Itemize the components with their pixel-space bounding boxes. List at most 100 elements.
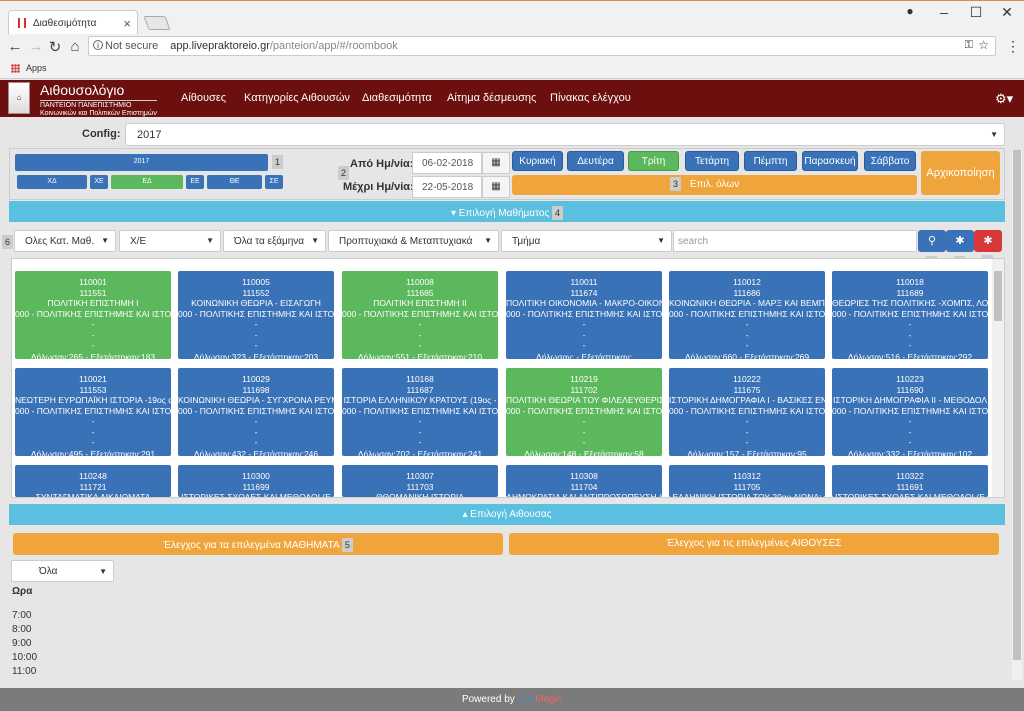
course-card[interactable]: 110223 111690 ΙΣΤΟΡΙΚΗ ΔΗΜΟΓΡΑΦΙΑ ΙΙ - ΜΕΘ… — [832, 368, 988, 456]
maximize-icon[interactable]: ☐ — [966, 4, 986, 21]
xe-select[interactable]: Χ/Ε ▼ — [119, 230, 221, 252]
star-icon[interactable]: ☆ — [978, 38, 989, 52]
card-code: 110222 — [733, 374, 761, 384]
select-all-days-button[interactable]: Επιλ. όλων — [512, 175, 917, 195]
badge-6: 6 — [2, 235, 13, 249]
to-date-input[interactable]: 22-05-2018 — [412, 176, 482, 198]
semester-xd[interactable]: ΧΔ — [17, 175, 87, 189]
semester-xe[interactable]: ΧΕ — [90, 175, 108, 189]
hour-item: 11:00 — [12, 666, 37, 677]
card-department: 000 - ΠΟΛΙΤΙΚΗΣ ΕΠΙΣΤΗΜΗΣ ΚΑΙ ΙΣΤΟ — [669, 405, 825, 416]
course-card[interactable]: 110008 111685 ΠΟΛΙΤΙΚΗ ΕΠΙΣΤΗΜΗ ΙΙ 000 - ΠΟ… — [342, 271, 498, 359]
course-card[interactable]: 110005 111552 ΚΟΙΝΩΝΙΚΗ ΘΕΩΡΙΑ - ΕΙΣΑΓΩΓΗ 0… — [178, 271, 334, 359]
menu-icon[interactable]: ⋮ — [1006, 38, 1020, 55]
cards-scrollbar[interactable] — [992, 259, 1004, 497]
day-tuesday[interactable]: Τρίτη — [628, 151, 679, 171]
forward-icon[interactable]: → — [27, 38, 45, 55]
profile-icon[interactable]: ● — [900, 4, 920, 18]
check-courses-button[interactable]: Έλεγχος για τα επιλεγμένα ΜΑΘΗΜΑΤΑ 5 — [13, 533, 503, 555]
course-card[interactable]: 110307 111703 ΘΘΩΜΑΝΙΚΗ ΙΣΤΟΡΙΑ — [342, 465, 498, 497]
day-thursday[interactable]: Πέμπτη — [744, 151, 797, 171]
card-stats: Δήλωσαν:660 - Εξετάστηκαν:269 — [684, 351, 810, 360]
browser-tab[interactable]: Διαθεσιμότητα × — [8, 10, 138, 34]
card-placeholder: - — [91, 340, 95, 350]
info-icon[interactable]: i — [93, 40, 103, 50]
calendar-icon[interactable]: ▦ — [482, 152, 510, 174]
scrollbar-thumb[interactable] — [994, 271, 1002, 321]
url-field[interactable]: i Not secure app.livepraktoreio.gr/panteio… — [88, 36, 996, 56]
new-tab-button[interactable] — [143, 16, 171, 30]
config-select[interactable]: 2017 ▼ — [125, 123, 1005, 146]
course-card[interactable]: 110001 111551 ΠΟΛΙΤΙΚΗ ΕΠΙΣΤΗΜΗ Ι 000 - ΠΟΛ… — [15, 271, 171, 359]
brand[interactable]: Αιθουσολόγιο ΠΑΝΤΕΙΟΝ ΠΑΝΕΠΙΣΤΗΜΙΟ Κοινωνι… — [40, 82, 157, 118]
close-window-icon[interactable]: ✕ — [997, 4, 1017, 21]
select-all-label: Επιλ. όλων — [689, 179, 740, 190]
day-wednesday[interactable]: Τετάρτη — [685, 151, 739, 171]
tab-title: Διαθεσιμότητα — [33, 18, 97, 29]
minimize-icon[interactable]: – — [934, 4, 954, 20]
day-monday[interactable]: Δευτέρα — [567, 151, 624, 171]
settings-gear-icon[interactable]: ⚙▾ — [995, 91, 1013, 107]
course-card[interactable]: 110248 111721 ΣΥΝΤΑΓΜΑΤΙΚΑ ΔΙΚΑΙΩΜΑΤΑ — [15, 465, 171, 497]
year-bar[interactable]: 2017 — [15, 154, 268, 171]
to-date-label: Μέχρι Ημ/νία: — [343, 181, 414, 193]
home-icon[interactable]: ⌂ — [66, 38, 84, 55]
apps-link[interactable]: Apps — [26, 63, 47, 73]
nav-dashboard[interactable]: Πίνακας ελέγχου — [550, 92, 631, 104]
footer-brand-b[interactable]: Magic — [535, 694, 562, 705]
nav-availability[interactable]: Διαθεσιμότητα — [362, 92, 432, 104]
scrollbar-thumb[interactable] — [1013, 150, 1021, 660]
course-card[interactable]: 110312 111705 ΕΛΛΗΝΙΚΗ ΙΣΤΟΡΙΑ ΤΟΥ 20ου ΑΙ… — [669, 465, 825, 497]
day-saturday[interactable]: Σάββατο — [864, 151, 916, 171]
semester-ee[interactable]: ΕΕ — [186, 175, 204, 189]
back-icon[interactable]: ← — [6, 38, 24, 55]
asterisk-icon: ✱ — [955, 235, 965, 247]
page-scrollbar[interactable] — [1012, 150, 1022, 680]
key-icon[interactable]: ⚿ — [965, 39, 973, 52]
course-card[interactable]: 110021 111553 ΝΕΩΤΕΡΗ ΕΥΡΩΠΑΪΚΗ ΙΣΤΟΡΙΑ -1… — [15, 368, 171, 456]
clear-courses-button[interactable]: ✱ — [974, 230, 1002, 252]
nav-booking-request[interactable]: Αίτημα δέσμευσης — [447, 92, 536, 104]
course-card[interactable]: 110011 111674 ΠΟΛΙΤΙΚΗ ΟΙΚΟΝΟΜΙΑ - ΜΑΚΡΟ-Ο… — [506, 271, 662, 359]
card-department: 000 - ΠΟΛΙΤΙΚΗΣ ΕΠΙΣΤΗΜΗΣ ΚΑΙ ΙΣΤΟ — [342, 405, 498, 416]
semester-the[interactable]: ΘΕ — [207, 175, 262, 189]
calendar-icon[interactable]: ▦ — [482, 176, 510, 198]
room-selection-bar[interactable]: ▴ Επιλογή Αιθουσας — [9, 504, 1005, 525]
badge-5: 5 — [341, 538, 353, 552]
close-tab-icon[interactable]: × — [123, 16, 131, 31]
check-rooms-button[interactable]: Έλεγχος για τις επιλεγμένες ΑΙΘΟΥΣΕΣ — [509, 533, 999, 555]
day-sunday[interactable]: Κυριακή — [512, 151, 563, 171]
card-title: ΠΟΛΙΤΙΚΗ ΕΠΙΣΤΗΜΗ Ι — [47, 298, 139, 308]
search-button[interactable]: ⚲ — [918, 230, 946, 252]
course-card[interactable]: 110018 111689 ΘΕΩΡΙΕΣ ΤΗΣ ΠΟΛΙΤΙΚΗΣ -ΧΟΜΠΣ… — [832, 271, 988, 359]
all-select[interactable]: Όλα ▼ — [11, 560, 114, 582]
semester-se[interactable]: ΣΕ — [265, 175, 283, 189]
semester-select[interactable]: Όλα τα εξάμηνα ▼ — [223, 230, 326, 252]
nav-rooms[interactable]: Αίθουσες — [181, 92, 226, 104]
apps-icon[interactable] — [11, 64, 20, 73]
course-card[interactable]: 110222 111675 ΙΣΤΟΡΙΚΗ ΔΗΜΟΓΡΑΦΙΑ Ι - ΒΑΣΙ… — [669, 368, 825, 456]
search-input[interactable]: search — [673, 230, 917, 252]
course-card[interactable]: 110322 111691 ΙΣΤΟΡΙΚΕΣ ΣΧΟΛΕΣ ΚΑΙ ΜΕΘΟΔΟΙ… — [832, 465, 988, 497]
course-card[interactable]: 110029 111698 ΚΟΙΝΩΝΙΚΗ ΘΕΩΡΙΑ - ΣΥΓΧΡΟΝΑ … — [178, 368, 334, 456]
level-select[interactable]: Προπτυχιακά & Μεταπτυχιακά ▼ — [328, 230, 499, 252]
card-title: ΠΟΛΙΤΙΚΗ ΕΠΙΣΤΗΜΗ ΙΙ — [373, 298, 467, 308]
footer-brand-a[interactable]: Edu — [518, 694, 536, 705]
day-friday[interactable]: Παρασκευή — [802, 151, 858, 171]
course-card[interactable]: 110219 111702 ΠΟΛΙΤΙΚΗ ΘΕΩΡΙΑ ΤΟΥ ΦΙΛΕΛΕΥΘ… — [506, 368, 662, 456]
course-card[interactable]: 110012 111686 ΚΟΙΝΩΝΙΚΗ ΘΕΩΡΙΑ - ΜΑΡΞ ΚΑΙ … — [669, 271, 825, 359]
course-selection-bar[interactable]: ▾ Επιλογή Μαθήματος 4 — [9, 201, 1005, 222]
card-placeholder: - — [908, 437, 912, 447]
reset-button[interactable]: Αρχικοποίηση — [921, 151, 1000, 195]
nav-room-categories[interactable]: Κατηγορίες Αιθουσών — [244, 92, 350, 104]
from-date-input[interactable]: 06-02-2018 — [412, 152, 482, 174]
course-card[interactable]: 110308 111704 ΔΗΜΟΚΡΑΤΙΑ ΚΑΙ ΑΝΤΙΠΡΟΣΩΠΕΥΣ… — [506, 465, 662, 497]
select-all-courses-button[interactable]: ✱ — [946, 230, 974, 252]
card-title: ΠΟΛΙΤΙΚΗ ΟΙΚΟΝΟΜΙΑ - ΜΑΚΡΟ-ΟΙΚΟΝ — [506, 298, 662, 308]
course-card[interactable]: 110168 111687 ΙΣΤΟΡΙΑ ΕΛΛΗΝΙΚΟΥ ΚΡΑΤΟΥΣ (1… — [342, 368, 498, 456]
department-select[interactable]: Τμήμα ▼ — [501, 230, 672, 252]
semester-ed[interactable]: ΕΔ — [111, 175, 183, 189]
reload-icon[interactable]: ↻ — [46, 38, 64, 56]
category-select[interactable]: Ολες Κατ. Μαθ. ▼ — [14, 230, 116, 252]
course-card[interactable]: 110300 111699 ΙΣΤΟΡΙΚΕΣ ΣΧΟΛΕΣ ΚΑΙ ΜΕΘΟΔΟΙ… — [178, 465, 334, 497]
